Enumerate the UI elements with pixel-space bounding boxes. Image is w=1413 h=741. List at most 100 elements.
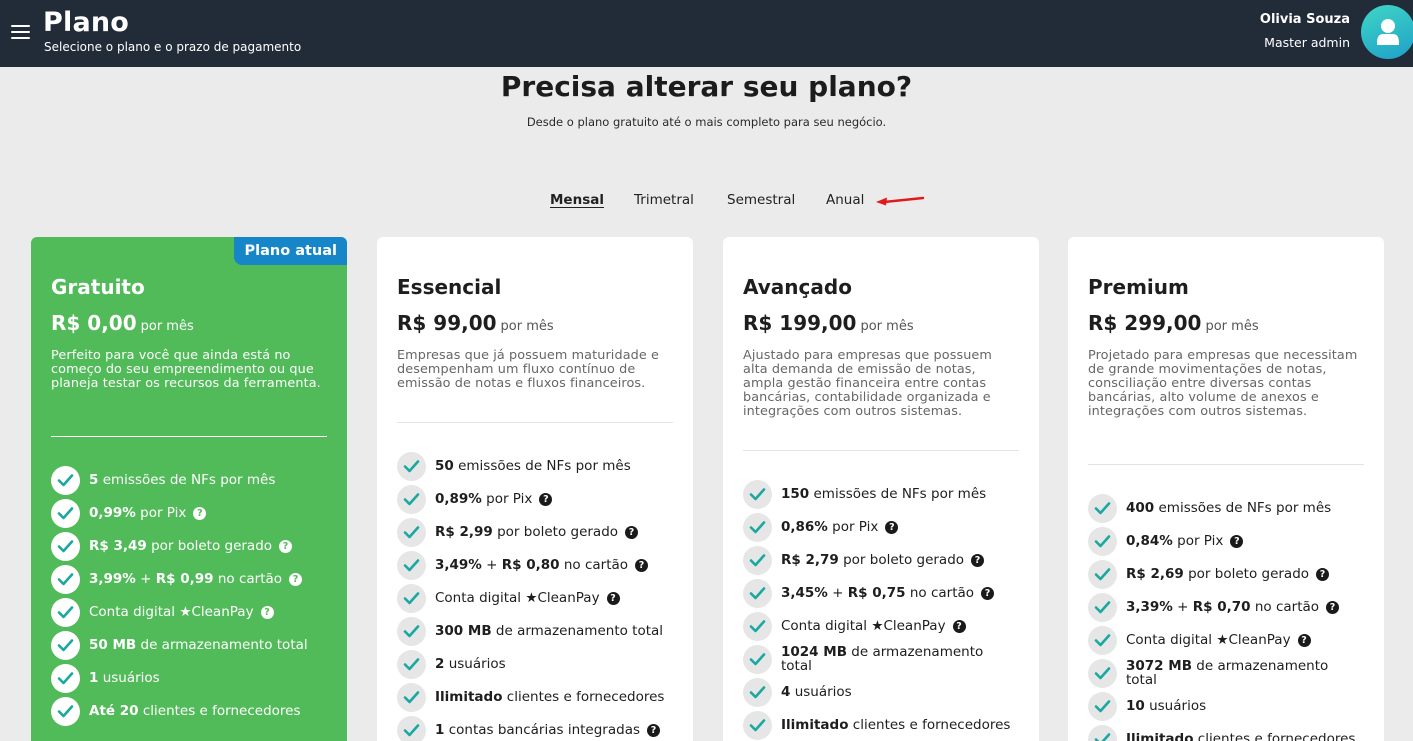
feature-text: R$ 3,49 por boleto gerado? xyxy=(89,539,293,553)
help-icon[interactable]: ? xyxy=(625,526,639,539)
help-icon[interactable]: ? xyxy=(606,592,620,605)
feature-value-secondary: R$ 0,70 xyxy=(1192,599,1251,615)
feature-text: 3,49% + R$ 0,80 no cartão? xyxy=(435,557,649,573)
feature-item: 10 usuários xyxy=(1088,691,1378,721)
plan-price: R$ 199,00 por mês xyxy=(743,311,914,335)
help-icon[interactable]: ? xyxy=(1326,601,1340,614)
check-icon xyxy=(397,616,426,646)
feature-text: 0,86% por Pix? xyxy=(781,520,899,534)
feature-value: Até 20 xyxy=(89,703,139,719)
feature-value: R$ 2,99 xyxy=(435,524,493,540)
menu-icon[interactable] xyxy=(11,25,30,39)
feature-text: 3,39% + R$ 0,70 no cartão? xyxy=(1126,599,1340,615)
plan-name: Gratuito xyxy=(51,275,145,299)
check-icon xyxy=(743,512,772,542)
feature-plus: + xyxy=(135,571,156,587)
annotation-arrow-icon xyxy=(876,196,925,206)
feature-value: R$ 2,69 xyxy=(1126,566,1184,582)
divider xyxy=(743,450,1019,451)
feature-item: 0,86% por Pix? xyxy=(743,512,1033,542)
feature-label: por boleto gerado xyxy=(1188,566,1310,582)
feature-item: 0,84% por Pix? xyxy=(1088,526,1378,556)
feature-item: 1 contas bancárias integradas? xyxy=(397,715,687,741)
feature-text: 0,84% por Pix? xyxy=(1126,534,1244,548)
plan-card-premium[interactable]: Premium R$ 299,00 por mês Projetado para em… xyxy=(1068,237,1384,741)
feature-value: 4 xyxy=(781,684,791,700)
check-icon xyxy=(1088,724,1117,741)
feature-value: 300 MB xyxy=(435,623,492,639)
help-icon[interactable]: ? xyxy=(647,724,660,737)
feature-label: no cartão xyxy=(909,585,975,601)
feature-label: emissões de NFs por mês xyxy=(458,458,631,474)
feature-label: por Pix xyxy=(140,505,187,521)
check-icon xyxy=(397,583,426,613)
feature-item: 3,39% + R$ 0,70 no cartão? xyxy=(1088,592,1378,622)
feature-plus: + xyxy=(827,585,848,601)
feature-item: 5 emissões de NFs por mês xyxy=(51,465,341,495)
help-icon[interactable]: ? xyxy=(289,573,303,586)
feature-text: Ilimitado clientes e fornecedores xyxy=(1126,732,1355,741)
feature-value: 3,45% xyxy=(781,585,828,601)
plan-card-avancado[interactable]: Avançado R$ 199,00 por mês Ajustado para em… xyxy=(723,237,1039,741)
feature-item: Conta digital ★CleanPay? xyxy=(51,597,341,627)
feature-label: no cartão xyxy=(563,557,629,573)
check-icon xyxy=(1088,691,1117,721)
plan-name: Avançado xyxy=(743,275,852,299)
feature-text: 3,99% + R$ 0,99 no cartão? xyxy=(89,571,303,587)
check-icon xyxy=(397,715,426,741)
help-icon[interactable]: ? xyxy=(981,587,995,600)
help-icon[interactable]: ? xyxy=(279,540,293,553)
plan-card-essencial[interactable]: Essencial R$ 99,00 por mês Empresas que já … xyxy=(377,237,693,741)
feature-item: 3,99% + R$ 0,99 no cartão? xyxy=(51,564,341,594)
user-name[interactable]: Olivia Souza xyxy=(1260,12,1350,27)
tab-semestral[interactable]: Semestral xyxy=(727,192,795,208)
tab-anual[interactable]: Anual xyxy=(826,192,864,208)
feature-item: 4 usuários xyxy=(743,677,1033,707)
help-icon[interactable]: ? xyxy=(635,559,649,572)
feature-label: de armazenamento total xyxy=(495,623,664,639)
tab-mensal[interactable]: Mensal xyxy=(550,192,604,208)
check-icon xyxy=(1088,625,1117,655)
divider xyxy=(397,422,673,423)
feature-label: Conta digital ★CleanPay xyxy=(89,604,254,620)
feature-value: 150 xyxy=(781,486,810,502)
plan-price: R$ 0,00 por mês xyxy=(51,311,194,335)
feature-label: usuários xyxy=(448,656,506,672)
help-icon[interactable]: ? xyxy=(885,521,899,534)
feature-text: 300 MB de armazenamento total xyxy=(435,624,663,638)
help-icon[interactable]: ? xyxy=(1297,634,1311,647)
help-icon[interactable]: ? xyxy=(1230,535,1244,548)
help-icon[interactable]: ? xyxy=(260,606,274,619)
feature-value: 10 xyxy=(1126,698,1145,714)
divider xyxy=(1088,464,1364,465)
feature-label: usuários xyxy=(1149,698,1207,714)
check-icon xyxy=(743,545,772,575)
feature-label: por boleto gerado xyxy=(843,552,965,568)
feature-item: Ilimitado clientes e fornecedores xyxy=(743,710,1033,740)
feature-text: Conta digital ★CleanPay? xyxy=(781,619,966,633)
plan-card-gratuito[interactable]: Plano atual Gratuito R$ 0,00 por mês Perfeit… xyxy=(31,237,347,741)
feature-item: 3,49% + R$ 0,80 no cartão? xyxy=(397,550,687,580)
feature-text: 0,99% por Pix? xyxy=(89,505,207,521)
feature-item: 3,45% + R$ 0,75 no cartão? xyxy=(743,578,1033,608)
feature-text: 0,89% por Pix? xyxy=(435,492,553,506)
feature-text: 10 usuários xyxy=(1126,699,1206,713)
feature-value: Ilimitado xyxy=(1126,731,1194,741)
check-icon xyxy=(51,465,80,495)
feature-value: 400 xyxy=(1126,500,1155,516)
tab-trimestral[interactable]: Trimetral xyxy=(634,192,694,208)
help-icon[interactable]: ? xyxy=(971,554,985,567)
check-icon xyxy=(1088,592,1117,622)
help-icon[interactable]: ? xyxy=(193,507,207,520)
help-icon[interactable]: ? xyxy=(539,493,553,506)
help-icon[interactable]: ? xyxy=(952,620,966,633)
feature-item: Conta digital ★CleanPay? xyxy=(397,583,687,613)
help-icon[interactable]: ? xyxy=(1316,568,1330,581)
check-icon xyxy=(743,710,772,740)
feature-label: Conta digital ★CleanPay xyxy=(781,618,946,634)
price-value: R$ 199,00 xyxy=(743,311,857,335)
avatar[interactable] xyxy=(1361,5,1413,59)
feature-item: Conta digital ★CleanPay? xyxy=(743,611,1033,641)
feature-item: 0,89% por Pix? xyxy=(397,484,687,514)
price-period: por mês xyxy=(1205,319,1259,334)
